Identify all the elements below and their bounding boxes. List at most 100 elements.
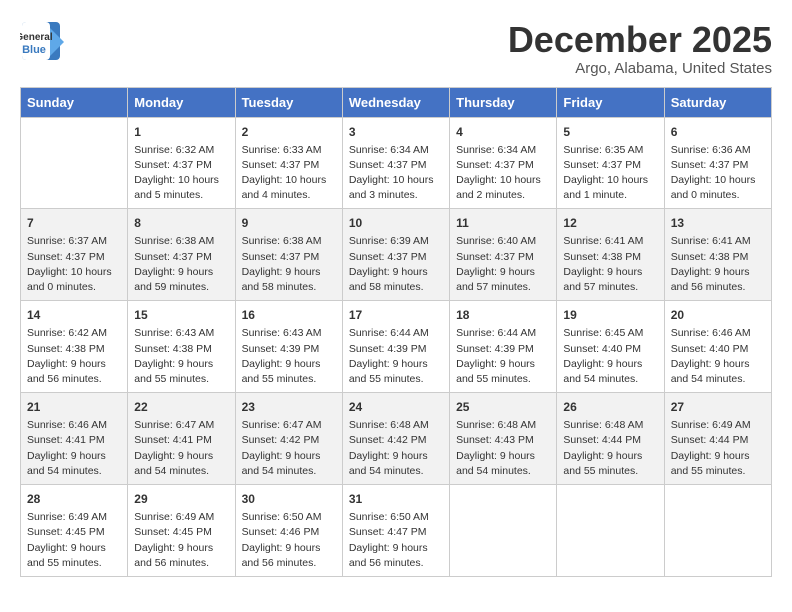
calendar-cell: 11 Sunrise: 6:40 AMSunset: 4:37 PMDayligh… xyxy=(450,209,557,301)
day-number: 13 xyxy=(671,214,765,232)
day-number: 10 xyxy=(349,214,443,232)
cell-sun-info: Sunrise: 6:50 AMSunset: 4:47 PMDaylight:… xyxy=(349,510,443,571)
col-header-tuesday: Tuesday xyxy=(235,87,342,117)
day-number: 22 xyxy=(134,398,228,416)
day-number: 23 xyxy=(242,398,336,416)
location: Argo, Alabama, United States xyxy=(508,60,772,77)
cell-sun-info: Sunrise: 6:32 AMSunset: 4:37 PMDaylight:… xyxy=(134,143,228,204)
day-number: 26 xyxy=(563,398,657,416)
day-number: 21 xyxy=(27,398,121,416)
calendar-cell xyxy=(557,485,664,577)
week-row-3: 21 Sunrise: 6:46 AMSunset: 4:41 PMDayligh… xyxy=(21,393,772,485)
day-number: 4 xyxy=(456,123,550,141)
day-number: 16 xyxy=(242,306,336,324)
page-header: General Blue December 2025 Argo, Alabama… xyxy=(20,20,772,77)
day-number: 18 xyxy=(456,306,550,324)
calendar-cell: 16Sunrise: 6:43 AMSunset: 4:39 PMDayligh… xyxy=(235,301,342,393)
cell-sun-info: Sunrise: 6:41 AMSunset: 4:38 PMDaylight:… xyxy=(671,234,765,295)
day-number: 27 xyxy=(671,398,765,416)
calendar-cell: 21 Sunrise: 6:46 AMSunset: 4:41 PMDayligh… xyxy=(21,393,128,485)
day-number: 29 xyxy=(134,490,228,508)
calendar-cell: 31 Sunrise: 6:50 AMSunset: 4:47 PMDayligh… xyxy=(342,485,449,577)
cell-sun-info: Sunrise: 6:43 AMSunset: 4:38 PMDaylight:… xyxy=(134,326,228,387)
calendar-cell: 29 Sunrise: 6:49 AMSunset: 4:45 PMDayligh… xyxy=(128,485,235,577)
calendar-cell: 7Sunrise: 6:37 AMSunset: 4:37 PMDaylight… xyxy=(21,209,128,301)
cell-sun-info: Sunrise: 6:36 AMSunset: 4:37 PMDaylight:… xyxy=(671,143,765,204)
week-row-4: 28 Sunrise: 6:49 AMSunset: 4:45 PMDayligh… xyxy=(21,485,772,577)
calendar-cell: 18 Sunrise: 6:44 AMSunset: 4:39 PMDayligh… xyxy=(450,301,557,393)
day-number: 12 xyxy=(563,214,657,232)
cell-sun-info: Sunrise: 6:49 AMSunset: 4:44 PMDaylight:… xyxy=(671,418,765,479)
day-number: 24 xyxy=(349,398,443,416)
col-header-friday: Friday xyxy=(557,87,664,117)
cell-sun-info: Sunrise: 6:46 AMSunset: 4:40 PMDaylight:… xyxy=(671,326,765,387)
cell-sun-info: Sunrise: 6:48 AMSunset: 4:44 PMDaylight:… xyxy=(563,418,657,479)
col-header-thursday: Thursday xyxy=(450,87,557,117)
calendar-cell: 13 Sunrise: 6:41 AMSunset: 4:38 PMDayligh… xyxy=(664,209,771,301)
day-number: 5 xyxy=(563,123,657,141)
cell-sun-info: Sunrise: 6:35 AMSunset: 4:37 PMDaylight:… xyxy=(563,143,657,204)
cell-sun-info: Sunrise: 6:42 AMSunset: 4:38 PMDaylight:… xyxy=(27,326,121,387)
cell-sun-info: Sunrise: 6:49 AMSunset: 4:45 PMDaylight:… xyxy=(27,510,121,571)
month-title: December 2025 xyxy=(508,20,772,60)
day-number: 7 xyxy=(27,214,121,232)
title-area: December 2025 Argo, Alabama, United Stat… xyxy=(508,20,772,77)
calendar-cell: 22 Sunrise: 6:47 AMSunset: 4:41 PMDayligh… xyxy=(128,393,235,485)
svg-text:Blue: Blue xyxy=(22,44,46,56)
cell-sun-info: Sunrise: 6:40 AMSunset: 4:37 PMDaylight:… xyxy=(456,234,550,295)
calendar-cell: 24Sunrise: 6:48 AMSunset: 4:42 PMDayligh… xyxy=(342,393,449,485)
calendar-cell: 10 Sunrise: 6:39 AMSunset: 4:37 PMDayligh… xyxy=(342,209,449,301)
calendar-cell: 9 Sunrise: 6:38 AMSunset: 4:37 PMDaylight… xyxy=(235,209,342,301)
calendar-cell xyxy=(450,485,557,577)
calendar-cell xyxy=(664,485,771,577)
calendar-cell: 8 Sunrise: 6:38 AMSunset: 4:37 PMDaylight… xyxy=(128,209,235,301)
col-header-sunday: Sunday xyxy=(21,87,128,117)
cell-sun-info: Sunrise: 6:45 AMSunset: 4:40 PMDaylight:… xyxy=(563,326,657,387)
day-number: 15 xyxy=(134,306,228,324)
day-number: 28 xyxy=(27,490,121,508)
week-row-1: 7Sunrise: 6:37 AMSunset: 4:37 PMDaylight… xyxy=(21,209,772,301)
calendar-cell: 1 Sunrise: 6:32 AMSunset: 4:37 PMDaylight… xyxy=(128,117,235,209)
cell-sun-info: Sunrise: 6:47 AMSunset: 4:41 PMDaylight:… xyxy=(134,418,228,479)
calendar-cell: 12 Sunrise: 6:41 AMSunset: 4:38 PMDayligh… xyxy=(557,209,664,301)
cell-sun-info: Sunrise: 6:38 AMSunset: 4:37 PMDaylight:… xyxy=(134,234,228,295)
cell-sun-info: Sunrise: 6:34 AMSunset: 4:37 PMDaylight:… xyxy=(349,143,443,204)
cell-sun-info: Sunrise: 6:48 AMSunset: 4:43 PMDaylight:… xyxy=(456,418,550,479)
day-number: 11 xyxy=(456,214,550,232)
cell-sun-info: Sunrise: 6:39 AMSunset: 4:37 PMDaylight:… xyxy=(349,234,443,295)
day-number: 30 xyxy=(242,490,336,508)
header-row: SundayMondayTuesdayWednesdayThursdayFrid… xyxy=(21,87,772,117)
day-number: 8 xyxy=(134,214,228,232)
calendar-cell: 20 Sunrise: 6:46 AMSunset: 4:40 PMDayligh… xyxy=(664,301,771,393)
col-header-monday: Monday xyxy=(128,87,235,117)
day-number: 14 xyxy=(27,306,121,324)
calendar-cell: 30 Sunrise: 6:50 AMSunset: 4:46 PMDayligh… xyxy=(235,485,342,577)
day-number: 31 xyxy=(349,490,443,508)
cell-sun-info: Sunrise: 6:41 AMSunset: 4:38 PMDaylight:… xyxy=(563,234,657,295)
calendar-cell: 26 Sunrise: 6:48 AMSunset: 4:44 PMDayligh… xyxy=(557,393,664,485)
cell-sun-info: Sunrise: 6:44 AMSunset: 4:39 PMDaylight:… xyxy=(456,326,550,387)
day-number: 20 xyxy=(671,306,765,324)
week-row-0: 1 Sunrise: 6:32 AMSunset: 4:37 PMDaylight… xyxy=(21,117,772,209)
day-number: 17 xyxy=(349,306,443,324)
calendar-cell: 17 Sunrise: 6:44 AMSunset: 4:39 PMDayligh… xyxy=(342,301,449,393)
day-number: 25 xyxy=(456,398,550,416)
day-number: 6 xyxy=(671,123,765,141)
cell-sun-info: Sunrise: 6:47 AMSunset: 4:42 PMDaylight:… xyxy=(242,418,336,479)
calendar-cell: 14 Sunrise: 6:42 AMSunset: 4:38 PMDayligh… xyxy=(21,301,128,393)
cell-sun-info: Sunrise: 6:46 AMSunset: 4:41 PMDaylight:… xyxy=(27,418,121,479)
day-number: 9 xyxy=(242,214,336,232)
calendar-table: SundayMondayTuesdayWednesdayThursdayFrid… xyxy=(20,87,772,577)
calendar-cell: 3Sunrise: 6:34 AMSunset: 4:37 PMDaylight… xyxy=(342,117,449,209)
cell-sun-info: Sunrise: 6:44 AMSunset: 4:39 PMDaylight:… xyxy=(349,326,443,387)
svg-text:General: General xyxy=(20,32,53,43)
calendar-cell: 25 Sunrise: 6:48 AMSunset: 4:43 PMDayligh… xyxy=(450,393,557,485)
day-number: 1 xyxy=(134,123,228,141)
calendar-cell: 6 Sunrise: 6:36 AMSunset: 4:37 PMDaylight… xyxy=(664,117,771,209)
calendar-cell: 19Sunrise: 6:45 AMSunset: 4:40 PMDayligh… xyxy=(557,301,664,393)
logo: General Blue xyxy=(20,20,66,60)
cell-sun-info: Sunrise: 6:49 AMSunset: 4:45 PMDaylight:… xyxy=(134,510,228,571)
calendar-cell: 5 Sunrise: 6:35 AMSunset: 4:37 PMDaylight… xyxy=(557,117,664,209)
cell-sun-info: Sunrise: 6:38 AMSunset: 4:37 PMDaylight:… xyxy=(242,234,336,295)
cell-sun-info: Sunrise: 6:50 AMSunset: 4:46 PMDaylight:… xyxy=(242,510,336,571)
